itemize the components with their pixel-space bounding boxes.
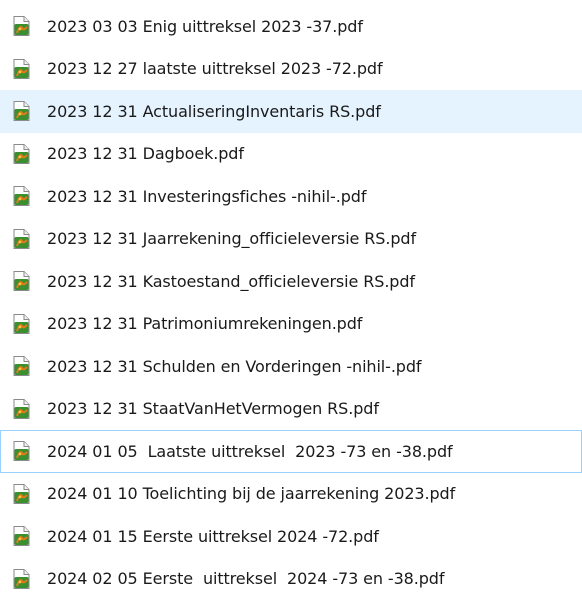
pdf-file-icon [11, 228, 33, 250]
file-row[interactable]: 2023 12 31 ActualiseringInventaris RS.pd… [0, 90, 582, 133]
file-name: 2023 12 31 Schulden en Vorderingen -nihi… [47, 357, 421, 376]
file-row[interactable]: 2024 02 05 Eerste uittreksel 2024 -73 en… [0, 558, 582, 600]
pdf-file-icon [11, 15, 33, 37]
file-row[interactable]: 2023 12 27 laatste uittreksel 2023 -72.p… [0, 48, 582, 91]
pdf-file-icon [11, 440, 33, 462]
pdf-file-icon [11, 58, 33, 80]
pdf-file-icon [11, 313, 33, 335]
pdf-file-icon [11, 525, 33, 547]
file-name: 2023 12 31 Kastoestand_officieleversie R… [47, 272, 415, 291]
file-name: 2024 01 15 Eerste uittreksel 2024 -72.pd… [47, 527, 379, 546]
file-row[interactable]: 2024 01 15 Eerste uittreksel 2024 -72.pd… [0, 515, 582, 558]
file-name: 2024 02 05 Eerste uittreksel 2024 -73 en… [47, 569, 444, 588]
pdf-file-icon [11, 143, 33, 165]
file-name: 2023 12 31 ActualiseringInventaris RS.pd… [47, 102, 381, 121]
file-name: 2024 01 10 Toelichting bij de jaarrekeni… [47, 484, 455, 503]
file-name: 2023 03 03 Enig uittreksel 2023 -37.pdf [47, 17, 363, 36]
pdf-file-icon [11, 483, 33, 505]
file-name: 2023 12 31 Jaarrekening_officieleversie … [47, 229, 416, 248]
file-row[interactable]: 2024 01 10 Toelichting bij de jaarrekeni… [0, 473, 582, 516]
file-row[interactable]: 2023 12 31 StaatVanHetVermogen RS.pdf [0, 388, 582, 431]
file-name: 2023 12 31 StaatVanHetVermogen RS.pdf [47, 399, 379, 418]
file-name: 2023 12 31 Investeringsfiches -nihil-.pd… [47, 187, 366, 206]
pdf-file-icon [11, 568, 33, 590]
file-row[interactable]: 2023 12 31 Schulden en Vorderingen -nihi… [0, 345, 582, 388]
pdf-file-icon [11, 185, 33, 207]
file-name: 2023 12 31 Patrimoniumrekeningen.pdf [47, 314, 362, 333]
pdf-file-icon [11, 100, 33, 122]
file-row[interactable]: 2023 12 31 Kastoestand_officieleversie R… [0, 260, 582, 303]
pdf-file-icon [11, 270, 33, 292]
file-list: 2023 03 03 Enig uittreksel 2023 -37.pdf … [0, 0, 582, 590]
file-row[interactable]: 2023 12 31 Jaarrekening_officieleversie … [0, 218, 582, 261]
file-row[interactable]: 2023 12 31 Dagboek.pdf [0, 133, 582, 176]
file-name: 2023 12 27 laatste uittreksel 2023 -72.p… [47, 59, 383, 78]
file-row[interactable]: 2023 03 03 Enig uittreksel 2023 -37.pdf [0, 5, 582, 48]
file-row[interactable]: 2023 12 31 Investeringsfiches -nihil-.pd… [0, 175, 582, 218]
file-row[interactable]: 2023 12 31 Patrimoniumrekeningen.pdf [0, 303, 582, 346]
file-name: 2024 01 05 Laatste uittreksel 2023 -73 e… [47, 442, 453, 461]
pdf-file-icon [11, 355, 33, 377]
file-name: 2023 12 31 Dagboek.pdf [47, 144, 244, 163]
pdf-file-icon [11, 398, 33, 420]
file-row[interactable]: 2024 01 05 Laatste uittreksel 2023 -73 e… [0, 430, 582, 473]
